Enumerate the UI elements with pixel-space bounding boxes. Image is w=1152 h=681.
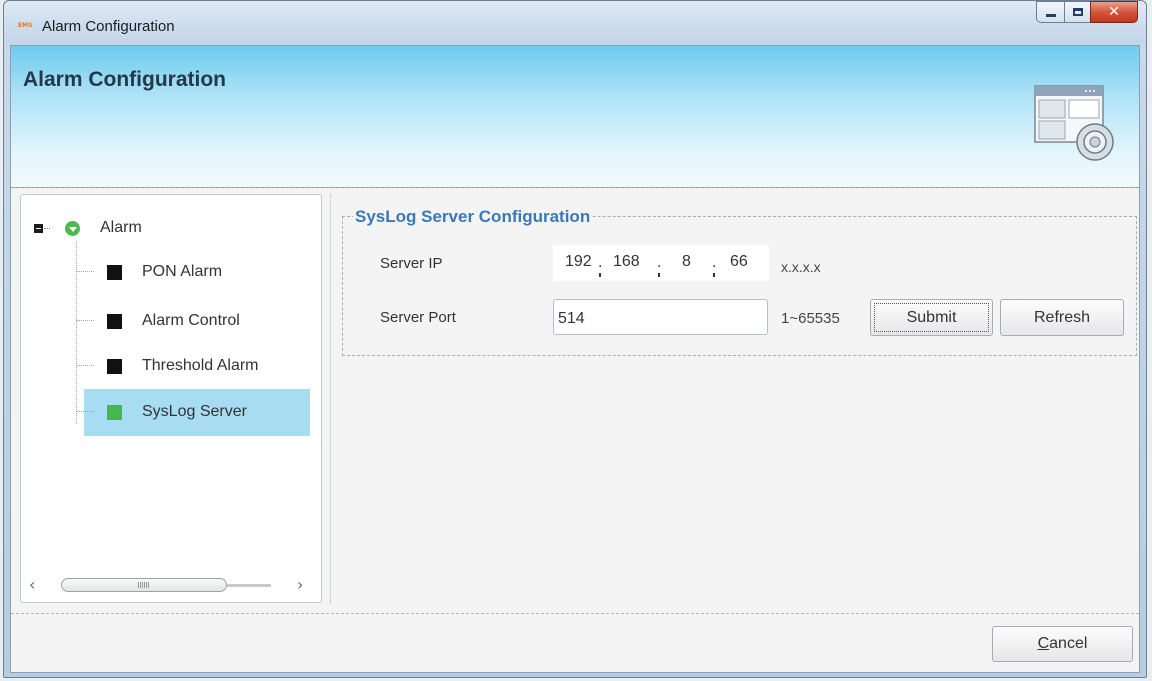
refresh-button-label: Refresh (1033, 308, 1091, 326)
submit-button[interactable]: Submit (870, 299, 993, 336)
server-ip-label: Server IP (380, 255, 443, 272)
title-bar[interactable]: EMS Alarm Configuration ✕ (4, 1, 1146, 45)
scroll-right-icon[interactable]: › (297, 575, 303, 594)
server-ip-input[interactable]: 192 . 168 . 8 . 66 (553, 245, 769, 281)
minimize-button[interactable] (1036, 1, 1064, 23)
tree-item-label: PON Alarm (142, 263, 223, 280)
syslog-config-group: SysLog Server Configuration Server IP 19… (342, 207, 1137, 356)
horizontal-scrollbar[interactable]: ‹ › (25, 575, 317, 595)
scroll-left-icon[interactable]: ‹ (29, 575, 35, 594)
tree-item-label: Alarm Control (142, 312, 240, 329)
tree-item-pon-alarm[interactable]: PON Alarm (107, 263, 222, 281)
ip-octet-1[interactable]: 192 (565, 253, 592, 271)
port-range-hint: 1~65535 (781, 310, 840, 327)
grip-icon (138, 582, 150, 588)
maximize-icon (1072, 8, 1083, 16)
close-icon: ✕ (1108, 4, 1120, 20)
ip-format-hint: x.x.x.x (781, 259, 821, 275)
settings-window-icon (1034, 85, 1114, 161)
tree-item-threshold-alarm[interactable]: Threshold Alarm (107, 357, 259, 375)
tree-item-label: Threshold Alarm (142, 357, 259, 374)
ip-octet-2[interactable]: 168 (613, 253, 640, 271)
minimize-icon (1045, 14, 1056, 17)
banner-title: Alarm Configuration (23, 68, 226, 91)
ip-dot: . (657, 254, 662, 271)
cancel-button-label: Cancel (1037, 635, 1088, 652)
green-expand-icon (65, 220, 80, 236)
tree-item-label: Alarm (100, 219, 142, 236)
header-banner: Alarm Configuration (11, 46, 1139, 188)
black-square-icon (107, 313, 122, 329)
alarm-tree-panel: Alarm PON Alarm Alarm Control Threshold … (20, 194, 322, 603)
black-square-icon (107, 264, 122, 280)
black-square-icon (107, 358, 122, 374)
group-legend: SysLog Server Configuration (353, 207, 593, 227)
tree-item-alarm[interactable]: Alarm (65, 219, 142, 237)
ip-dot: . (598, 254, 603, 271)
submit-button-label: Submit (906, 308, 957, 326)
green-square-icon (107, 404, 122, 420)
refresh-button[interactable]: Refresh (1000, 299, 1124, 336)
dialog-client-area: Alarm Configuration Alarm PON Alarm Alar… (10, 45, 1140, 673)
panel-splitter[interactable] (330, 194, 331, 603)
maximize-button[interactable] (1064, 1, 1090, 23)
server-port-label: Server Port (380, 309, 456, 326)
window-title: Alarm Configuration (42, 18, 175, 35)
ip-octet-3[interactable]: 8 (682, 253, 691, 271)
footer-separator (11, 613, 1139, 614)
ip-octet-4[interactable]: 66 (730, 253, 748, 271)
window-controls: ✕ (1036, 1, 1138, 25)
ip-dot: . (712, 254, 717, 271)
close-button[interactable]: ✕ (1090, 1, 1138, 23)
alarm-configuration-window: EMS Alarm Configuration ✕ Alarm Configur… (3, 0, 1147, 678)
tree-item-syslog-server[interactable]: SysLog Server (107, 403, 247, 421)
cancel-button[interactable]: Cancel (992, 626, 1133, 662)
tree-item-label: SysLog Server (142, 403, 247, 420)
tree-item-alarm-control[interactable]: Alarm Control (107, 312, 240, 330)
app-icon: EMS (18, 22, 33, 29)
collapse-icon[interactable] (34, 224, 43, 233)
scrollbar-thumb[interactable] (61, 578, 227, 592)
server-port-input[interactable]: 514 (553, 299, 768, 335)
